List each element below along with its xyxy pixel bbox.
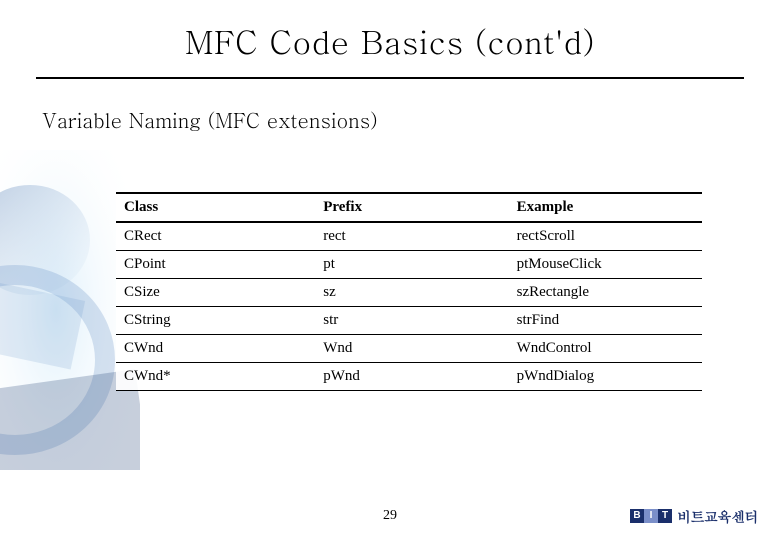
cell-prefix: rect — [315, 222, 508, 251]
naming-table: Class Prefix Example CRect rect rectScro… — [116, 192, 702, 391]
cell-class: CWnd — [116, 335, 315, 363]
brand-logo-icon: B I T — [630, 509, 672, 523]
cell-example: WndControl — [509, 335, 702, 363]
table-row: CRect rect rectScroll — [116, 222, 702, 251]
logo-letter: T — [658, 509, 672, 523]
slide: MFC Code Basics (cont'd) Variable Naming… — [0, 0, 780, 540]
cell-prefix: pt — [315, 251, 508, 279]
table-row: CWnd* pWnd pWndDialog — [116, 363, 702, 391]
naming-table-wrap: Class Prefix Example CRect rect rectScro… — [116, 192, 702, 391]
section-subtitle: Variable Naming (MFC extensions) — [42, 105, 744, 134]
cell-prefix: Wnd — [315, 335, 508, 363]
brand-text: 비트교육센터 — [677, 506, 758, 526]
cell-example: pWndDialog — [509, 363, 702, 391]
cell-class: CRect — [116, 222, 315, 251]
cell-class: CWnd* — [116, 363, 315, 391]
col-header-class: Class — [116, 193, 315, 222]
table-row: CSize sz szRectangle — [116, 279, 702, 307]
cell-example: strFind — [509, 307, 702, 335]
table-row: CString str strFind — [116, 307, 702, 335]
page-title: MFC Code Basics (cont'd) — [36, 18, 744, 79]
col-header-example: Example — [509, 193, 702, 222]
cell-example: rectScroll — [509, 222, 702, 251]
table-row: CWnd Wnd WndControl — [116, 335, 702, 363]
footer-brand: B I T 비트교육센터 — [630, 506, 758, 526]
table-header-row: Class Prefix Example — [116, 193, 702, 222]
cell-prefix: str — [315, 307, 508, 335]
cell-example: szRectangle — [509, 279, 702, 307]
cell-prefix: sz — [315, 279, 508, 307]
cell-class: CString — [116, 307, 315, 335]
table-row: CPoint pt ptMouseClick — [116, 251, 702, 279]
cell-class: CPoint — [116, 251, 315, 279]
cell-example: ptMouseClick — [509, 251, 702, 279]
logo-letter: B — [630, 509, 644, 523]
cell-class: CSize — [116, 279, 315, 307]
col-header-prefix: Prefix — [315, 193, 508, 222]
cell-prefix: pWnd — [315, 363, 508, 391]
logo-letter: I — [644, 509, 658, 523]
